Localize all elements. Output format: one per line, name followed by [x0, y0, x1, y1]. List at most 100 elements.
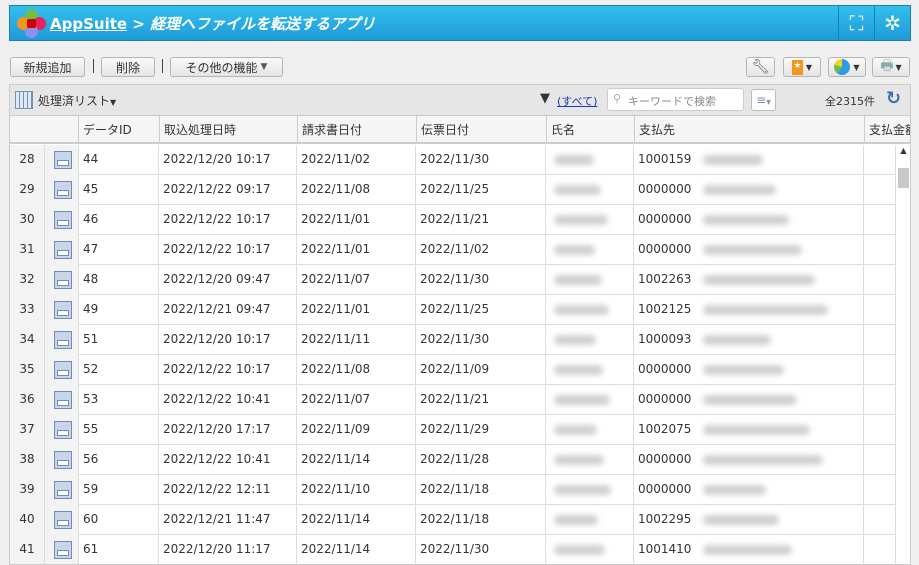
cell: 48 — [79, 265, 159, 295]
print-menu-button[interactable]: 🖶 ▼ — [872, 57, 910, 77]
record-detail-icon[interactable] — [45, 505, 79, 535]
record-detail-icon[interactable] — [45, 535, 79, 564]
delete-button[interactable]: 削除 — [101, 57, 155, 77]
cell: 49 — [79, 295, 159, 325]
list-toolbar: 処理済リスト▼ ▼ (すべて) ⚲ キーワードで検索 ≡▼ 全2315件 ↻ — [9, 84, 911, 115]
table-row[interactable]: 28 44 2022/12/20 10:17 2022/11/02 2022/11/30… — [10, 145, 896, 175]
data-id: 52 — [83, 362, 99, 376]
column-menu-button[interactable]: ≡▼ — [751, 89, 776, 111]
table-row[interactable]: 37 55 2022/12/20 17:17 2022/11/09 2022/11/29… — [10, 415, 896, 445]
invoice-date: 2022/11/08 — [301, 182, 371, 196]
scroll-up-arrow-icon[interactable]: ▲ — [896, 146, 910, 155]
cell: 2022/11/28 — [416, 445, 546, 475]
filter-link[interactable]: (すべて) — [557, 93, 597, 109]
table-row[interactable]: 29 45 2022/12/22 09:17 2022/11/08 2022/11/25… — [10, 175, 896, 205]
table-row[interactable]: 34 51 2022/12/20 10:17 2022/11/11 2022/11/30… — [10, 325, 896, 355]
table-row[interactable]: 39 59 2022/12/22 12:11 2022/11/10 2022/11/18… — [10, 475, 896, 505]
row-number: 41 — [10, 535, 45, 564]
fullscreen-icon[interactable]: ⛶ — [838, 6, 874, 40]
record-detail-icon[interactable] — [45, 175, 79, 205]
data-id: 61 — [83, 542, 99, 556]
amount-cell — [864, 295, 896, 325]
table-row[interactable]: 40 60 2022/12/21 11:47 2022/11/14 2022/11/18… — [10, 505, 896, 535]
record-detail-icon[interactable] — [45, 385, 79, 415]
table-row[interactable]: 33 49 2022/12/21 09:47 2022/11/01 2022/11/25… — [10, 295, 896, 325]
row-number: 29 — [10, 175, 45, 205]
table-row[interactable]: 41 61 2022/12/20 11:17 2022/11/14 2022/11/30… — [10, 535, 896, 564]
scrollbar[interactable]: ▲ — [896, 146, 910, 564]
header-spacer — [10, 116, 79, 144]
table-row[interactable]: 30 46 2022/12/22 10:17 2022/11/01 2022/11/21… — [10, 205, 896, 235]
chart-menu-button[interactable]: ▼ — [828, 57, 866, 77]
wrench-icon[interactable]: 🔧︎ — [746, 57, 775, 77]
record-detail-icon[interactable] — [45, 265, 79, 295]
search-input[interactable]: ⚲ キーワードで検索 — [607, 88, 744, 111]
name-cell-redacted — [546, 175, 634, 205]
cell: 2022/11/21 — [416, 385, 546, 415]
row-number: 41 — [19, 542, 35, 556]
record-detail-icon[interactable] — [45, 295, 79, 325]
cell: 1002263 — [634, 265, 864, 295]
amount-cell — [864, 415, 896, 445]
row-number: 38 — [19, 452, 35, 466]
table-row[interactable]: 38 56 2022/12/22 10:41 2022/11/14 2022/11/28… — [10, 445, 896, 475]
filter-icon[interactable]: ▼ — [540, 91, 550, 106]
breadcrumb-appsuite-link[interactable]: AppSuite — [50, 15, 127, 33]
cell: 61 — [79, 535, 159, 564]
table-row[interactable]: 36 53 2022/12/22 10:41 2022/11/07 2022/11/21… — [10, 385, 896, 415]
record-detail-icon[interactable] — [45, 235, 79, 265]
table-row[interactable]: 31 47 2022/12/22 10:17 2022/11/01 2022/11/02… — [10, 235, 896, 265]
record-detail-icon[interactable] — [45, 355, 79, 385]
invoice-date: 2022/11/07 — [301, 392, 371, 406]
cell: 2022/11/02 — [297, 145, 416, 175]
row-number: 28 — [10, 145, 45, 175]
cell: 1000093 — [634, 325, 864, 355]
cell: 2022/11/30 — [416, 265, 546, 295]
invoice-date: 2022/11/01 — [301, 212, 371, 226]
view-selector[interactable]: 処理済リスト▼ — [38, 92, 116, 109]
table-row[interactable]: 35 52 2022/12/22 10:17 2022/11/08 2022/11/09… — [10, 355, 896, 385]
column-header-slip-date[interactable]: 伝票日付 — [416, 116, 546, 144]
printer-icon: 🖶 — [880, 58, 894, 74]
table-row[interactable]: 32 48 2022/12/20 09:47 2022/11/07 2022/11/30… — [10, 265, 896, 295]
column-header-payee[interactable]: 支払先 — [634, 116, 864, 144]
record-detail-icon[interactable] — [45, 475, 79, 505]
name-cell-redacted — [546, 385, 634, 415]
import-datetime: 2022/12/20 10:17 — [163, 152, 271, 166]
invoice-date: 2022/11/01 — [301, 302, 371, 316]
add-button[interactable]: 新規追加 — [10, 57, 85, 77]
cell: 2022/12/22 10:17 — [159, 355, 297, 385]
record-detail-icon[interactable] — [45, 145, 79, 175]
refresh-icon[interactable]: ↻ — [886, 88, 901, 109]
cell: 2022/11/14 — [297, 445, 416, 475]
column-header-import-datetime[interactable]: 取込処理日時 — [159, 116, 297, 144]
amount-cell — [864, 325, 896, 355]
data-table: データID 取込処理日時 請求書日付 伝票日付 氏名 支払先 支払金額 28 44… — [9, 115, 911, 565]
slip-date: 2022/11/09 — [420, 362, 490, 376]
name-cell-redacted — [546, 145, 634, 175]
record-detail-icon[interactable] — [45, 415, 79, 445]
column-header-data-id[interactable]: データID — [79, 116, 159, 144]
column-header-amount[interactable]: 支払金額 — [864, 116, 910, 144]
row-number: 40 — [10, 505, 45, 535]
record-detail-icon[interactable] — [45, 325, 79, 355]
record-detail-icon[interactable] — [45, 205, 79, 235]
column-header-invoice-date[interactable]: 請求書日付 — [297, 116, 416, 144]
cell: 59 — [79, 475, 159, 505]
row-number: 35 — [10, 355, 45, 385]
more-functions-button[interactable]: その他の機能 ▼ — [170, 57, 283, 77]
row-number: 36 — [10, 385, 45, 415]
row-number: 37 — [19, 422, 35, 436]
column-header-name[interactable]: 氏名 — [546, 116, 634, 144]
import-datetime: 2022/12/22 10:17 — [163, 212, 271, 226]
import-datetime: 2022/12/20 17:17 — [163, 422, 271, 436]
cell: 2022/11/11 — [297, 325, 416, 355]
import-datetime: 2022/12/22 10:41 — [163, 452, 271, 466]
payee-code: 0000000 — [638, 362, 692, 376]
scrollbar-thumb[interactable] — [898, 168, 909, 188]
payee-code: 0000000 — [638, 482, 692, 496]
record-detail-icon[interactable] — [45, 445, 79, 475]
gear-icon[interactable]: ✲ — [874, 6, 910, 40]
import-datetime: 2022/12/21 09:47 — [163, 302, 271, 316]
bookmark-menu-button[interactable]: ★ ▼ — [783, 57, 821, 77]
